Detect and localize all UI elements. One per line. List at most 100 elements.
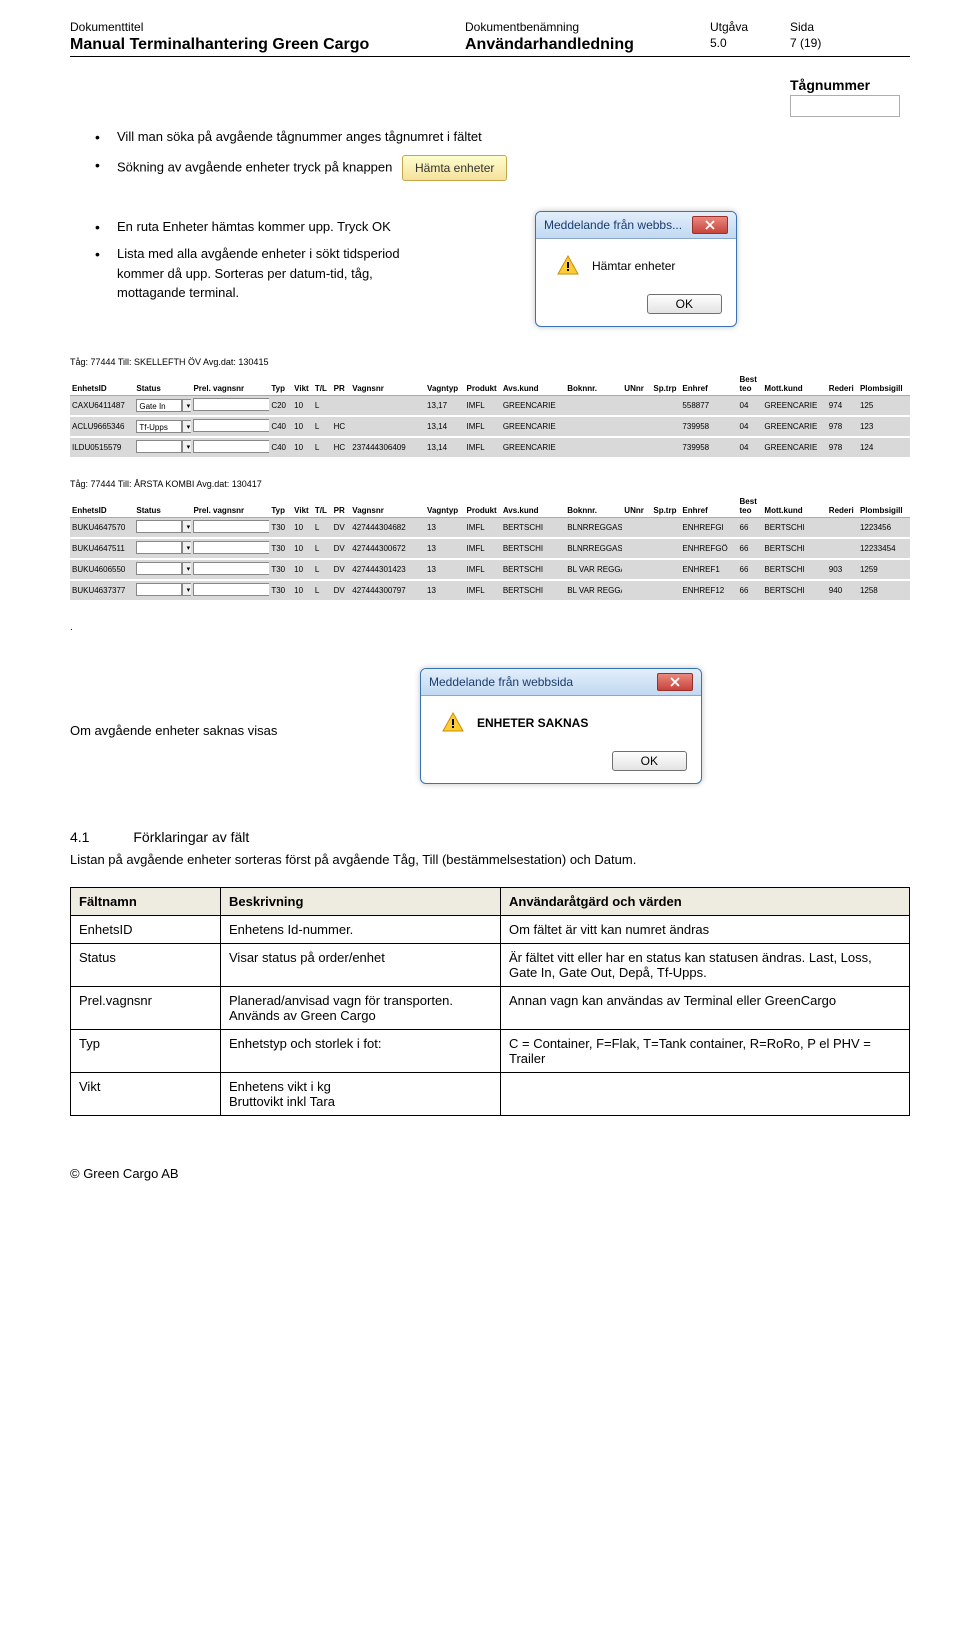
cell: IMFL xyxy=(465,538,501,559)
cell xyxy=(622,538,651,559)
cell: 66 xyxy=(738,538,763,559)
prel-vagnsnr-input[interactable] xyxy=(193,562,269,575)
cell: GREENCARIE xyxy=(762,437,826,458)
close-icon[interactable] xyxy=(692,216,728,234)
column-header: UNnr xyxy=(622,373,651,396)
cell-status: ▾ xyxy=(134,580,191,601)
field-desc: Planerad/anvisad vagn för transporten. A… xyxy=(221,986,501,1029)
field-table-header: Beskrivning xyxy=(221,887,501,915)
dialog-hamtar-enheter: Meddelande från webbs... Hämtar enheter … xyxy=(535,211,737,327)
dialog-message: ENHETER SAKNAS xyxy=(477,716,588,730)
column-header: Produkt xyxy=(465,373,501,396)
cell: 13 xyxy=(425,559,464,580)
column-header: Rederi xyxy=(827,495,858,518)
column-header: Plombsigill xyxy=(858,495,910,518)
chevron-down-icon[interactable]: ▾ xyxy=(182,440,191,453)
chevron-down-icon[interactable]: ▾ xyxy=(182,583,191,596)
column-header: PR xyxy=(332,373,351,396)
field-table-header: Användaråtgärd och värden xyxy=(501,887,910,915)
cell: BL VAR REGGAT xyxy=(565,580,622,601)
cell: L xyxy=(313,416,332,437)
prel-vagnsnr-input[interactable] xyxy=(193,419,269,432)
cell: BERTSCHI xyxy=(501,538,565,559)
table2-caption: Tåg: 77444 Till: ÅRSTA KOMBI Avg.dat: 13… xyxy=(70,479,910,489)
prel-vagnsnr-input[interactable] xyxy=(193,583,269,596)
chevron-down-icon[interactable]: ▾ xyxy=(182,520,191,533)
cell-prel-vagnsnr xyxy=(191,538,269,559)
section-title: Förklaringar av fält xyxy=(133,829,249,845)
field-name: Status xyxy=(71,943,221,986)
field-action: C = Container, F=Flak, T=Tank container,… xyxy=(501,1029,910,1072)
cell: 124 xyxy=(858,437,910,458)
column-header: Prel. vagnsnr xyxy=(191,373,269,396)
cell xyxy=(651,416,680,437)
hamta-enheter-button[interactable]: Hämta enheter xyxy=(402,155,507,181)
cell: DV xyxy=(332,559,351,580)
cell: 1259 xyxy=(858,559,910,580)
cell: 10 xyxy=(292,517,313,538)
cell: BERTSCHI xyxy=(762,580,826,601)
chevron-down-icon[interactable]: ▾ xyxy=(182,420,191,433)
header-col1-value: Manual Terminalhantering Green Cargo xyxy=(70,36,465,54)
status-select[interactable]: Gate In xyxy=(136,399,182,412)
cell: 13,14 xyxy=(425,437,464,458)
column-header: Mott.kund xyxy=(762,495,826,518)
chevron-down-icon[interactable]: ▾ xyxy=(182,562,191,575)
status-select[interactable] xyxy=(136,541,182,554)
status-select[interactable] xyxy=(136,520,182,533)
status-select[interactable] xyxy=(136,562,182,575)
cell-status: ▾ xyxy=(134,538,191,559)
field-action: Annan vagn kan användas av Terminal elle… xyxy=(501,986,910,1029)
cell: GREENCARIE xyxy=(762,416,826,437)
field-table-row: Prel.vagnsnrPlanerad/anvisad vagn för tr… xyxy=(71,986,910,1029)
column-header: Typ xyxy=(269,495,292,518)
cell: C40 xyxy=(269,416,292,437)
ok-button[interactable]: OK xyxy=(647,294,722,314)
status-select[interactable] xyxy=(136,440,182,453)
cell: 940 xyxy=(827,580,858,601)
status-select[interactable]: Tf-Upps xyxy=(136,420,182,433)
section-number: 4.1 xyxy=(70,829,89,845)
chevron-down-icon[interactable]: ▾ xyxy=(182,541,191,554)
section-heading: 4.1 Förklaringar av fält xyxy=(70,829,910,845)
cell: BERTSCHI xyxy=(501,559,565,580)
cell-enhetsid: ILDU0515579 xyxy=(70,437,134,458)
cell: L xyxy=(313,559,332,580)
header-col4-label: Sida xyxy=(790,20,870,34)
status-select[interactable] xyxy=(136,583,182,596)
column-header: UNnr xyxy=(622,495,651,518)
tagnummer-input[interactable] xyxy=(790,95,900,117)
cell xyxy=(350,395,425,416)
cell xyxy=(565,395,622,416)
cell: IMFL xyxy=(465,416,501,437)
table-row: ACLU9665346Tf-Upps▾C4010LHC13,14IMFLGREE… xyxy=(70,416,910,437)
cell: 04 xyxy=(738,416,763,437)
prel-vagnsnr-input[interactable] xyxy=(193,440,269,453)
cell: IMFL xyxy=(465,437,501,458)
cell: 558877 xyxy=(680,395,737,416)
cell: BERTSCHI xyxy=(762,538,826,559)
column-header: Vikt xyxy=(292,495,313,518)
field-name: Typ xyxy=(71,1029,221,1072)
cell: L xyxy=(313,437,332,458)
cell: GREENCARIE xyxy=(762,395,826,416)
cell: T30 xyxy=(269,517,292,538)
cell xyxy=(651,437,680,458)
field-name: Prel.vagnsnr xyxy=(71,986,221,1029)
cell: L xyxy=(313,517,332,538)
field-action: Är fältet vitt eller har en status kan s… xyxy=(501,943,910,986)
chevron-down-icon[interactable]: ▾ xyxy=(182,399,191,412)
prel-vagnsnr-input[interactable] xyxy=(193,541,269,554)
prel-vagnsnr-input[interactable] xyxy=(193,398,269,411)
prel-vagnsnr-input[interactable] xyxy=(193,520,269,533)
cell-enhetsid: CAXU6411487 xyxy=(70,395,134,416)
cell xyxy=(565,416,622,437)
table-row: BUKU4637377▾T3010LDV42744430079713IMFLBE… xyxy=(70,580,910,601)
close-icon[interactable] xyxy=(657,673,693,691)
cell: 125 xyxy=(858,395,910,416)
saknas-text: Om avgående enheter saknas visas xyxy=(70,723,330,738)
table-row: BUKU4647570▾T3010LDV42744430468213IMFLBE… xyxy=(70,517,910,538)
cell: GREENCARIE xyxy=(501,437,565,458)
ok-button[interactable]: OK xyxy=(612,751,687,771)
cell: L xyxy=(313,395,332,416)
